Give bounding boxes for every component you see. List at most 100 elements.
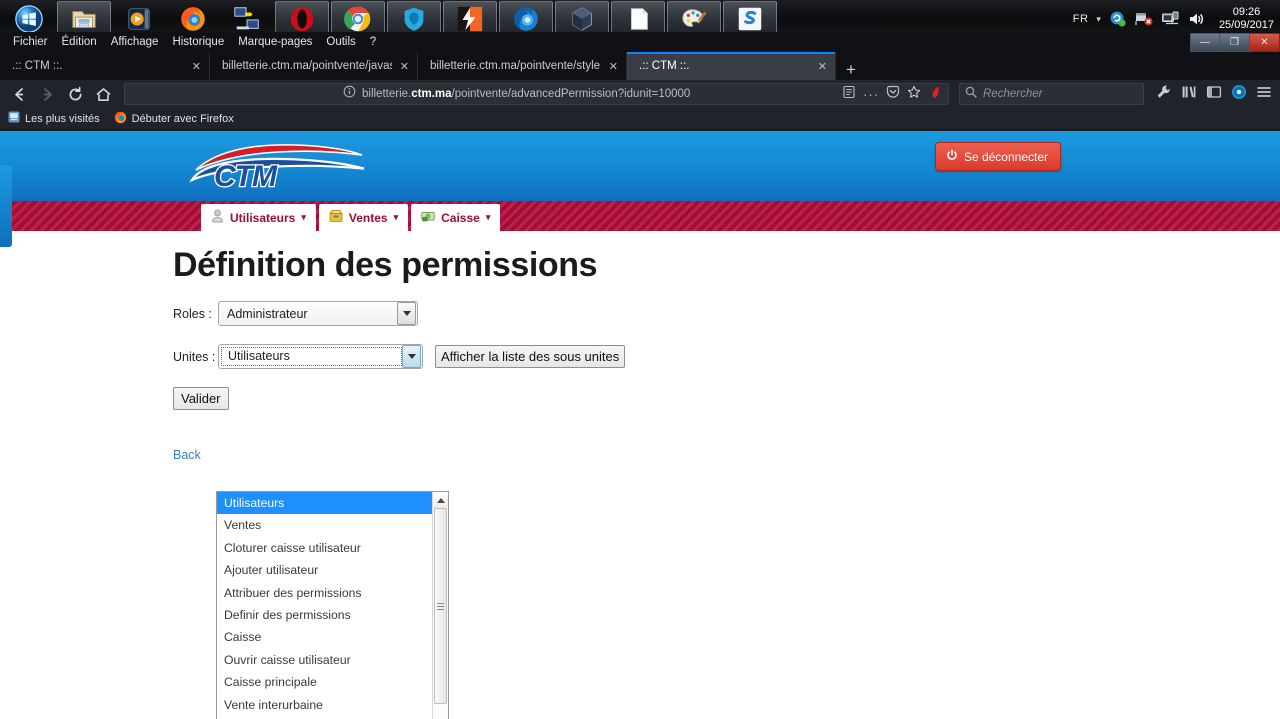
- menu-affichage[interactable]: Affichage: [104, 34, 166, 50]
- tab-close-icon[interactable]: ✕: [400, 60, 409, 73]
- tray-language[interactable]: FR: [1073, 13, 1089, 25]
- reader-view-icon[interactable]: [842, 85, 856, 104]
- clock-time: 09:26: [1232, 6, 1261, 18]
- scrollbar-thumb[interactable]: [434, 508, 447, 704]
- minimize-button[interactable]: —: [1190, 33, 1220, 52]
- wrench-icon[interactable]: [1156, 84, 1172, 105]
- dropdown-option[interactable]: Ventes: [217, 514, 432, 536]
- unites-label: Unites :: [173, 349, 216, 364]
- browser-menubar: Fichier Édition Affichage Historique Mar…: [0, 32, 1280, 52]
- nav-tab-utilisateurs[interactable]: Utilisateurs ▾: [201, 204, 316, 231]
- scroll-up-arrow-icon[interactable]: [433, 492, 448, 508]
- dropdown-option[interactable]: Cloturer caisse utilisateur: [217, 537, 432, 559]
- taskbar-clock[interactable]: 09:26 25/09/2017: [1219, 6, 1274, 32]
- bookmark-les-plus-visites[interactable]: Les plus visités: [8, 111, 100, 126]
- menu-fichier[interactable]: Fichier: [6, 34, 55, 50]
- maximize-button[interactable]: ❐: [1220, 33, 1250, 52]
- bookmark-star-icon[interactable]: [907, 85, 921, 104]
- browser-tab-2[interactable]: billetterie.ctm.ma/pointvente/javas ✕: [210, 52, 418, 80]
- dropdown-option[interactable]: Caisse principale: [217, 671, 432, 693]
- extension-icon[interactable]: [928, 85, 942, 104]
- bookmarks-bar: Les plus visités Débuter avec Firefox: [0, 108, 1280, 130]
- sidebar-icon[interactable]: [1206, 84, 1222, 105]
- browser-navbar: billetterie.ctm.ma/pointvente/advancedPe…: [0, 80, 1280, 108]
- dropdown-option[interactable]: Attribuer des permissions: [217, 582, 432, 604]
- back-arrow-icon[interactable]: [6, 82, 32, 106]
- window-controls: — ❐ ✕: [1190, 33, 1280, 52]
- roles-row: Roles : Administrateur: [173, 301, 1280, 326]
- tab-title: .:: CTM ::.: [12, 60, 63, 72]
- dropdown-option[interactable]: Ajouter utilisateur: [217, 559, 432, 581]
- nav-tab-caisse[interactable]: Caisse ▾: [411, 204, 501, 231]
- menu-outils[interactable]: Outils: [319, 34, 362, 50]
- sidebar-toggle-stub[interactable]: [0, 165, 12, 247]
- menu-edition[interactable]: Édition: [55, 34, 104, 50]
- site-info-icon[interactable]: [343, 85, 356, 103]
- valider-row: Valider: [173, 387, 1280, 410]
- bookmark-debuter-avec-firefox[interactable]: Débuter avec Firefox: [114, 111, 234, 127]
- chevron-down-icon[interactable]: [402, 345, 421, 368]
- logout-label: Se déconnecter: [963, 149, 1048, 164]
- nav-tab-label: Utilisateurs: [230, 210, 296, 225]
- valider-button[interactable]: Valider: [173, 387, 229, 410]
- unites-row: Unites : Utilisateurs Afficher la liste …: [173, 344, 1280, 369]
- chevron-down-icon: ▾: [393, 212, 399, 222]
- dropdown-option[interactable]: Utilisateurs: [217, 492, 432, 515]
- dropdown-option[interactable]: Definir des permissions: [217, 604, 432, 626]
- cash-icon: [421, 209, 435, 226]
- nav-tab-label: Ventes: [348, 210, 388, 225]
- reload-icon[interactable]: [62, 82, 88, 106]
- pocket-icon[interactable]: [886, 85, 900, 104]
- unites-select[interactable]: Utilisateurs: [218, 344, 423, 369]
- roles-label: Roles :: [173, 306, 212, 321]
- logout-button[interactable]: Se déconnecter: [934, 142, 1061, 171]
- browser-tab-1[interactable]: .:: CTM ::. ✕: [0, 52, 210, 80]
- close-button[interactable]: ✕: [1250, 33, 1280, 52]
- library-icon[interactable]: [1181, 84, 1197, 105]
- back-link[interactable]: Back: [173, 448, 201, 462]
- url-action-icons: ···: [842, 85, 944, 104]
- web-page-content: CTM Se déconnecter Utilisateurs ▾ Ventes…: [0, 131, 1280, 719]
- dropdown-options: Utilisateurs Ventes Cloturer caisse util…: [217, 492, 432, 719]
- menu-historique[interactable]: Historique: [165, 34, 231, 50]
- volume-icon[interactable]: [1187, 10, 1205, 28]
- browser-tab-3[interactable]: billetterie.ctm.ma/pointvente/style ✕: [418, 52, 627, 80]
- afficher-sous-unites-button[interactable]: Afficher la liste des sous unites: [435, 345, 626, 368]
- menu-aide[interactable]: ?: [363, 34, 383, 50]
- unites-selected-value: Utilisateurs: [221, 347, 402, 366]
- tab-close-icon[interactable]: ✕: [192, 60, 201, 73]
- dropdown-scrollbar[interactable]: [432, 492, 448, 719]
- flag-icon[interactable]: [1135, 10, 1153, 28]
- chevron-down-icon[interactable]: [397, 302, 416, 325]
- dropdown-option[interactable]: Caisse: [217, 626, 432, 648]
- roles-select[interactable]: Administrateur: [218, 301, 418, 326]
- bookmark-label: Les plus visités: [25, 112, 100, 125]
- sync-account-icon[interactable]: [1231, 84, 1247, 105]
- most-visited-icon: [8, 111, 20, 126]
- tab-title: billetterie.ctm.ma/pointvente/javas: [222, 60, 392, 72]
- tab-close-icon[interactable]: ✕: [818, 60, 827, 73]
- unites-dropdown-list[interactable]: Utilisateurs Ventes Cloturer caisse util…: [216, 491, 449, 719]
- user-icon: [211, 209, 224, 226]
- hamburger-menu-icon[interactable]: [1256, 84, 1272, 105]
- search-icon: [965, 85, 977, 103]
- browser-tab-4-active[interactable]: .:: CTM ::. ✕: [627, 52, 836, 80]
- sales-icon: [329, 209, 343, 226]
- tab-close-icon[interactable]: ✕: [609, 60, 618, 73]
- search-input[interactable]: Rechercher: [983, 88, 1042, 100]
- page-actions-icon[interactable]: ···: [863, 87, 879, 102]
- roles-selected-value: Administrateur: [227, 306, 308, 321]
- dropdown-option[interactable]: Vente interurbaine: [217, 694, 432, 716]
- sync-icon[interactable]: [1109, 10, 1127, 28]
- new-tab-button[interactable]: +: [836, 61, 866, 80]
- menu-marque-pages[interactable]: Marque-pages: [231, 34, 319, 50]
- url-bar[interactable]: billetterie.ctm.ma/pointvente/advancedPe…: [124, 83, 949, 105]
- network-icon[interactable]: [1161, 10, 1179, 28]
- site-nav-ribbon: Utilisateurs ▾ Ventes ▾ Caisse ▾: [0, 201, 1280, 231]
- home-icon[interactable]: [90, 82, 116, 106]
- dropdown-option[interactable]: Ouvrir caisse utilisateur: [217, 649, 432, 671]
- search-bar[interactable]: Rechercher: [959, 83, 1144, 105]
- bookmark-label: Débuter avec Firefox: [131, 112, 234, 125]
- tray-expand-icon[interactable]: ▾: [1096, 14, 1101, 25]
- nav-tab-ventes[interactable]: Ventes ▾: [318, 204, 409, 231]
